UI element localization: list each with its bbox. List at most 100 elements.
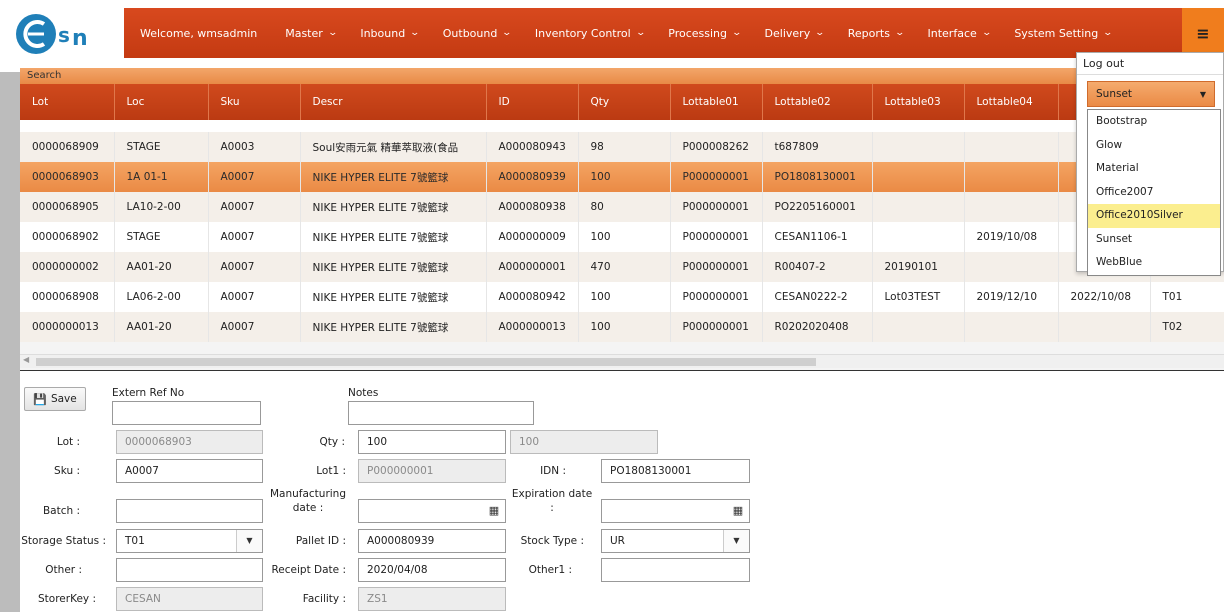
scrollbar-thumb[interactable] — [36, 358, 816, 366]
other-input[interactable] — [116, 558, 263, 582]
cell: CESAN0222-2 — [762, 282, 873, 312]
cell: NIKE HYPER ELITE 7號籃球 — [300, 282, 487, 312]
qty-label: Qty : — [319, 436, 345, 448]
column-header[interactable]: Lottable01 — [670, 84, 763, 120]
column-header[interactable]: ID — [486, 84, 579, 120]
cell: A0007 — [208, 282, 301, 312]
receipt-date-input[interactable]: 2020/04/08 — [358, 558, 506, 582]
cell: STAGE — [114, 222, 209, 252]
nav-item-inbound[interactable]: Inbound ⌄ — [348, 8, 430, 58]
caret-down-icon[interactable]: ▼ — [236, 530, 262, 552]
cell: 80 — [578, 192, 671, 222]
cell: 2019/10/08 — [964, 222, 1059, 252]
table-row[interactable]: 0000068902 STAGE A0007 NIKE HYPER ELITE … — [20, 222, 1224, 252]
cell: STAGE — [114, 132, 209, 162]
theme-option-webblue[interactable]: WebBlue — [1088, 251, 1220, 275]
batch-label: Batch : — [42, 505, 80, 517]
cell: 20190101 — [872, 252, 965, 282]
facility-label: Facility : — [302, 593, 346, 605]
column-header[interactable]: Qty — [578, 84, 671, 120]
extern-ref-input[interactable] — [112, 401, 261, 425]
cell: NIKE HYPER ELITE 7號籃球 — [300, 192, 487, 222]
theme-option-material[interactable]: Material — [1088, 157, 1220, 181]
nav-item-label: Processing — [668, 26, 727, 40]
stock-type-select[interactable]: UR ▼ — [601, 529, 750, 553]
cell: 0000068905 — [20, 192, 115, 222]
theme-option-glow[interactable]: Glow — [1088, 134, 1220, 158]
top-bar: s n Welcome, wmsadmin Master ⌄ Inbound ⌄ O… — [0, 0, 1224, 72]
cell: 100 — [578, 162, 671, 192]
column-header[interactable]: Lottable02 — [762, 84, 873, 120]
table-row-selected[interactable]: 0000068903 1A 01-1 A0007 NIKE HYPER ELIT… — [20, 162, 1224, 192]
other1-input[interactable] — [601, 558, 750, 582]
manufacturing-date-label-line1: Manufacturing — [269, 488, 347, 500]
expiration-date-input[interactable]: ▦ — [601, 499, 750, 523]
table-row[interactable]: 0000000013 AA01-20 A0007 NIKE HYPER ELIT… — [20, 312, 1224, 342]
nav-item-inventory-control[interactable]: Inventory Control ⌄ — [523, 8, 656, 58]
idn-label: IDN : — [540, 465, 566, 477]
cell: 0000000013 — [20, 312, 115, 342]
cesan-logo[interactable]: s n — [14, 12, 114, 56]
storage-status-select[interactable]: T01 ▼ — [116, 529, 263, 553]
nav-item-processing[interactable]: Processing ⌄ — [656, 8, 752, 58]
column-header[interactable]: Sku — [208, 84, 301, 120]
sku-input[interactable]: A0007 — [116, 459, 263, 483]
idn-input[interactable]: PO1808130001 — [601, 459, 750, 483]
column-header[interactable]: Lottable04 — [964, 84, 1059, 120]
storage-status-value: T01 — [125, 535, 145, 547]
cell: t687809 — [762, 132, 873, 162]
user-menu-dropdown: Log out Sunset ▼ Bootstrap Glow Material… — [1076, 52, 1224, 276]
nav-item-reports[interactable]: Reports ⌄ — [836, 8, 916, 58]
grid-header-row: Lot Loc Sku Descr ID Qty Lottable01 Lott… — [20, 84, 1224, 120]
cell: P000000001 — [670, 312, 763, 342]
theme-option-sunset[interactable]: Sunset — [1088, 228, 1220, 252]
theme-select[interactable]: Sunset ▼ — [1087, 81, 1215, 107]
nav-item-master[interactable]: Master ⌄ — [273, 8, 348, 58]
storerkey-label: StorerKey : — [38, 593, 96, 605]
table-row[interactable]: 0000000002 AA01-20 A0007 NIKE HYPER ELIT… — [20, 252, 1224, 282]
column-header[interactable]: Descr — [300, 84, 487, 120]
search-bar[interactable]: Search — [20, 68, 1224, 84]
cell — [964, 192, 1059, 222]
column-header[interactable]: Loc — [114, 84, 209, 120]
cell: NIKE HYPER ELITE 7號籃球 — [300, 312, 487, 342]
calendar-icon[interactable]: ▦ — [483, 500, 505, 522]
cell — [872, 222, 965, 252]
pallet-id-input[interactable]: A000080939 — [358, 529, 506, 553]
lot1-input: P000000001 — [358, 459, 506, 483]
scroll-left-icon[interactable]: ◀ — [23, 355, 29, 364]
cell: 2019/12/10 — [964, 282, 1059, 312]
hamburger-menu-icon[interactable]: ≡ — [1182, 8, 1224, 58]
column-header[interactable]: Lot — [20, 84, 115, 120]
caret-down-icon: ▼ — [1199, 89, 1206, 99]
nav-item-delivery[interactable]: Delivery ⌄ — [753, 8, 836, 58]
caret-down-icon[interactable]: ▼ — [723, 530, 749, 552]
table-row[interactable]: 0000068908 LA06-2-00 A0007 NIKE HYPER EL… — [20, 282, 1224, 312]
nav-item-interface[interactable]: Interface ⌄ — [916, 8, 1003, 58]
logout-menu-item[interactable]: Log out — [1077, 53, 1223, 75]
lot-label: Lot : — [56, 436, 80, 448]
theme-option-office2010silver[interactable]: Office2010Silver — [1088, 204, 1220, 228]
qty-input[interactable]: 100 — [358, 430, 506, 454]
save-button[interactable]: 💾 Save — [24, 387, 86, 411]
table-row[interactable]: 0000068909 STAGE A0003 Soul安雨元氣 精華萃取液(食品… — [20, 132, 1224, 162]
cell: A0007 — [208, 162, 301, 192]
notes-input[interactable] — [348, 401, 534, 425]
manufacturing-date-input[interactable]: ▦ — [358, 499, 506, 523]
cell — [872, 192, 965, 222]
horizontal-scrollbar[interactable]: ◀ — [20, 354, 1224, 368]
theme-option-bootstrap[interactable]: Bootstrap — [1088, 110, 1220, 134]
cell: 0000068903 — [20, 162, 115, 192]
column-header[interactable]: Lottable03 — [872, 84, 965, 120]
cell: R0202020408 — [762, 312, 873, 342]
calendar-icon[interactable]: ▦ — [727, 500, 749, 522]
nav-item-system-setting[interactable]: System Setting ⌄ — [1002, 8, 1123, 58]
chevron-down-icon: ⌄ — [731, 28, 743, 38]
inventory-grid: Lot Loc Sku Descr ID Qty Lottable01 Lott… — [20, 84, 1224, 342]
grid-spacer — [20, 120, 1224, 132]
theme-option-office2007[interactable]: Office2007 — [1088, 181, 1220, 205]
batch-input[interactable] — [116, 499, 263, 523]
cell: LA10-2-00 — [114, 192, 209, 222]
nav-item-outbound[interactable]: Outbound ⌄ — [431, 8, 523, 58]
table-row[interactable]: 0000068905 LA10-2-00 A0007 NIKE HYPER EL… — [20, 192, 1224, 222]
